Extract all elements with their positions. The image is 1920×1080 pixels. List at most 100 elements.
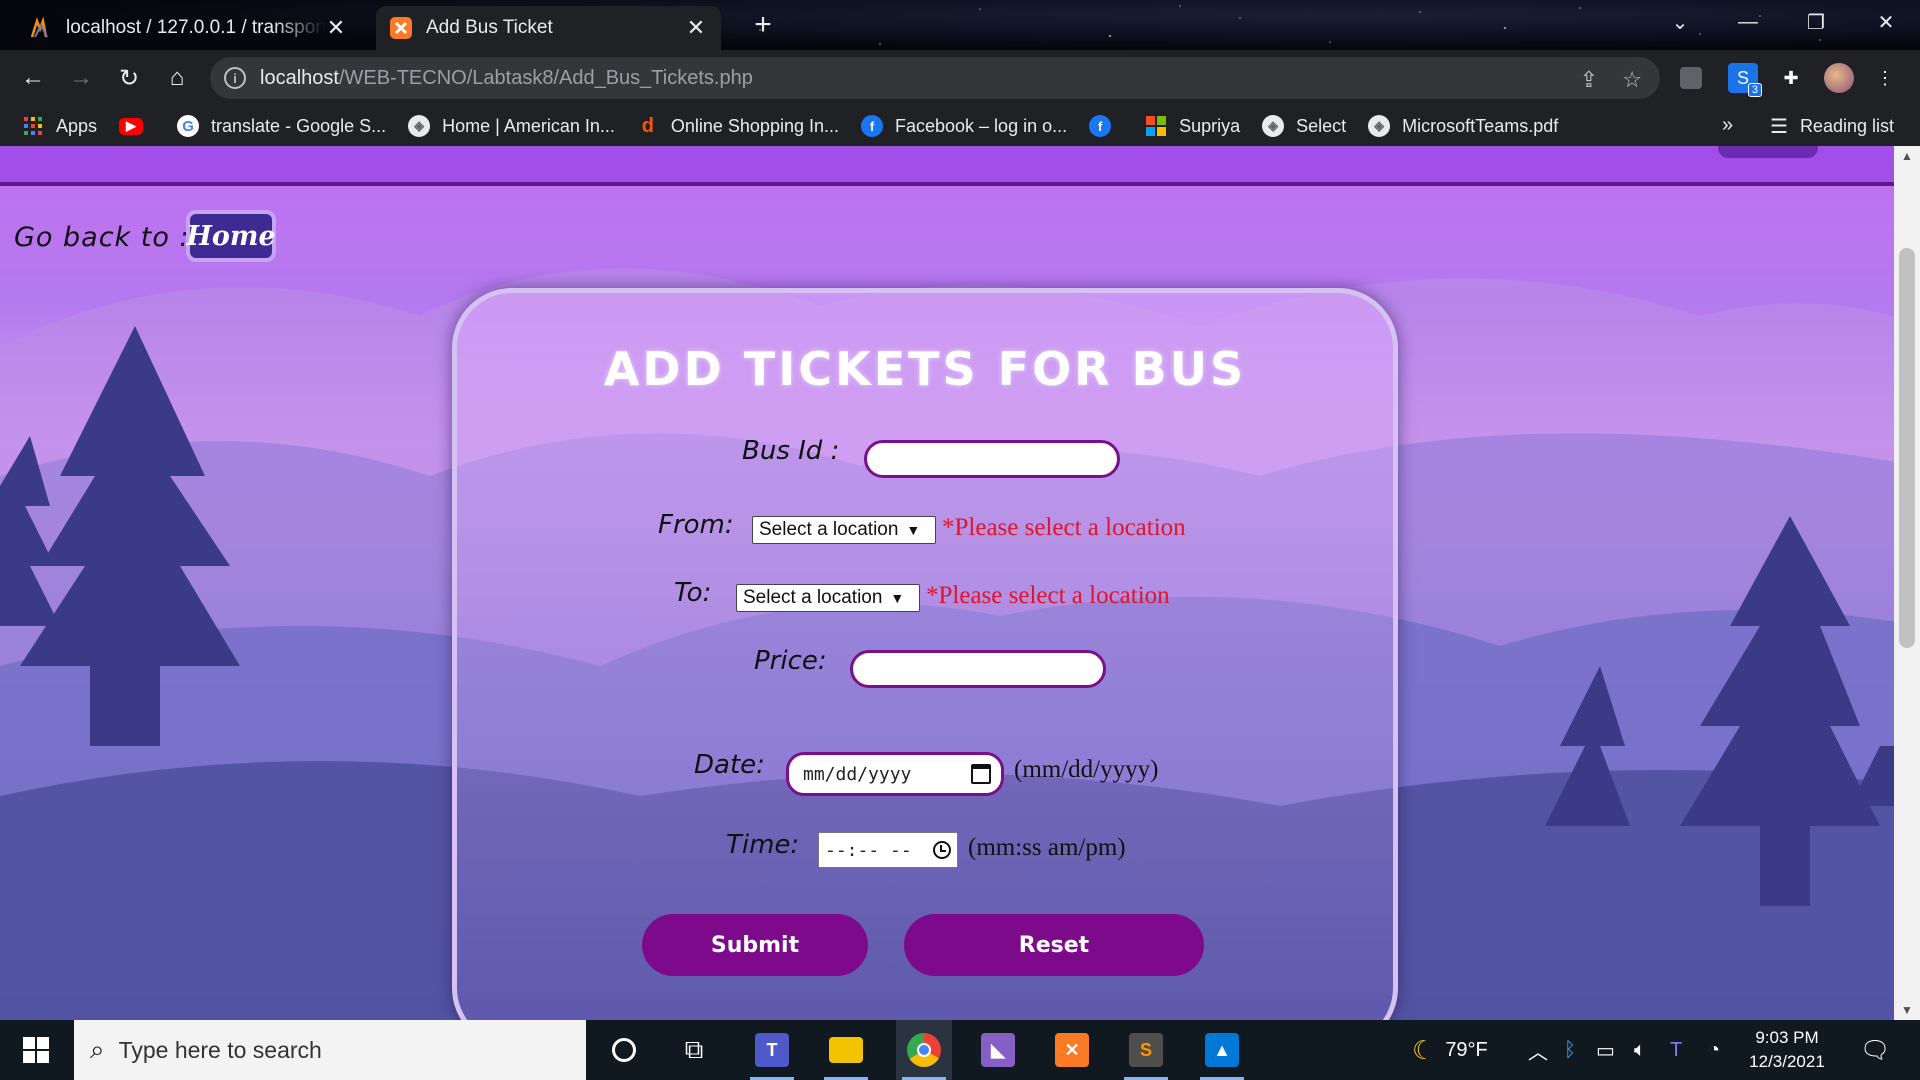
globe-icon: ◈ [1262,115,1285,137]
profile-avatar[interactable] [1824,63,1854,93]
bookmark-youtube[interactable]: ▶ [119,117,155,135]
bookmark-select[interactable]: ◈ Select [1262,115,1346,137]
taskbar-search-box[interactable]: ⌕ Type here to search [74,1020,586,1080]
teams-app-icon[interactable]: T [744,1020,800,1080]
restore-button[interactable]: ❐ [1788,0,1844,44]
close-icon[interactable]: ✕ [325,15,347,40]
page-title: ADD TICKETS FOR BUS [603,342,1247,396]
clock-icon[interactable] [933,841,951,859]
bookmark-teams-pdf[interactable]: ◈ MicrosoftTeams.pdf [1368,115,1558,137]
chrome-menu-icon[interactable]: ⋮ [1870,63,1900,93]
clock-time: 9:03 PM [1755,1028,1819,1047]
weather-widget[interactable]: ☾ 79°F [1412,1020,1488,1080]
sublime-text-icon[interactable]: S [1118,1020,1174,1080]
weather-temperature: 79°F [1445,1038,1488,1061]
tab-title: localhost / 127.0.0.1 / transportm [66,17,325,38]
windows-logo-icon [23,1037,49,1063]
scroll-up-arrow-icon[interactable]: ▲ [1894,146,1920,166]
show-hidden-icons-chevron-icon[interactable]: ︿ [1528,1020,1548,1080]
to-location-select[interactable]: Select a location ▼ [736,584,920,612]
cortana-icon[interactable] [596,1020,652,1080]
close-icon[interactable]: ✕ [685,15,707,40]
time-input[interactable]: --:-- -- [818,832,958,868]
bookmark-translate[interactable]: G translate - Google S... [177,115,386,137]
site-info-icon[interactable]: i [224,67,246,89]
date-label: Date: [694,750,765,780]
daraz-icon: d [641,114,654,137]
from-select-value: Select a location [759,519,899,540]
xampp-icon [390,17,412,39]
time-format-hint: (mm:ss am/pm) [968,834,1126,861]
calendar-icon[interactable] [971,764,991,784]
bluetooth-icon[interactable]: ᛒ [1564,1020,1576,1080]
bookmarks-overflow-button[interactable]: » [1722,114,1733,137]
from-location-select[interactable]: Select a location ▼ [752,516,936,544]
globe-icon: ◈ [408,115,431,137]
reload-button[interactable]: ↻ [112,61,146,95]
youtube-icon: ▶ [119,117,144,135]
globe-icon: ◈ [1368,115,1391,137]
wifi-icon[interactable]: ◔ [1708,1020,1720,1080]
start-button[interactable] [0,1020,72,1080]
task-view-icon[interactable]: ⧉ [666,1020,722,1080]
header-nav-button[interactable] [1718,146,1818,158]
bookmark-label: translate - Google S... [211,115,387,136]
teams-tray-icon[interactable]: T [1670,1020,1682,1080]
new-tab-button[interactable]: + [748,8,778,41]
chrome-app-icon[interactable] [896,1020,952,1080]
to-select-value: Select a location [743,587,883,608]
site-header-bar [0,146,1894,186]
tab-phpmyadmin[interactable]: localhost / 127.0.0.1 / transportm ✕ [16,6,361,50]
bus-id-input[interactable] [864,440,1120,478]
tab-add-bus-ticket[interactable]: Add Bus Ticket ✕ [376,6,721,50]
bookmark-label: Facebook – log in o... [895,115,1068,136]
forward-button[interactable]: → [64,61,98,95]
bus-id-label: Bus Id : [742,436,840,466]
price-input[interactable] [850,650,1106,688]
home-icon[interactable]: ⌂ [160,61,194,95]
tab-search-chevron-icon[interactable]: ⌄ [1652,0,1708,44]
bookmark-american[interactable]: ◈ Home | American In... [408,115,615,137]
bookmark-label: Select [1296,115,1347,136]
share-icon[interactable]: ⇪ [1580,67,1598,93]
bookmark-star-icon[interactable]: ☆ [1622,67,1642,93]
price-label: Price: [754,646,827,676]
extensions-puzzle-icon[interactable]: ✚ [1776,63,1806,93]
bookmark-online-shopping[interactable]: d Online Shopping In... [637,115,839,137]
search-icon: ⌕ [90,1034,105,1064]
phpmyadmin-icon [30,17,52,39]
xampp-taskbar-icon[interactable]: ✕ [1044,1020,1100,1080]
visual-studio-icon[interactable]: ◣ [970,1020,1026,1080]
bookmark-label: Supriya [1179,115,1241,136]
scrollbar-thumb[interactable] [1899,248,1915,648]
volume-icon[interactable]: 🔈︎ [1634,1020,1646,1080]
submit-button[interactable]: Submit [642,914,868,976]
reading-list-icon: ☰ [1770,116,1788,138]
bookmark-facebook[interactable]: f Facebook – log in o... [861,115,1067,137]
back-button[interactable]: ← [16,61,50,95]
battery-icon[interactable]: ▭ [1596,1020,1615,1080]
bookmark-facebook-2[interactable]: f [1089,115,1123,137]
file-explorer-icon[interactable] [818,1020,874,1080]
extension-s-icon[interactable]: S3 [1728,63,1762,97]
tab-title: Add Bus Ticket [426,17,553,38]
bookmark-supriya[interactable]: Supriya [1145,115,1240,137]
reading-list-button[interactable]: ☰ Reading list [1770,114,1894,139]
scroll-down-arrow-icon[interactable]: ▼ [1894,1000,1920,1020]
microsoft-icon [1145,115,1167,137]
minimize-button[interactable]: — [1720,0,1776,44]
extension-square-icon[interactable] [1680,67,1702,89]
address-bar[interactable]: i localhost/WEB-TECNO/Labtask8/Add_Bus_T… [210,57,1660,99]
close-window-button[interactable]: ✕ [1858,0,1914,44]
page-scrollbar[interactable]: ▲ ▼ [1894,146,1920,1020]
home-button[interactable]: Home [186,210,276,262]
bookmark-apps[interactable]: Apps [22,115,97,137]
reset-button[interactable]: Reset [904,914,1204,976]
date-input[interactable]: mm/dd/yyyy [786,752,1004,796]
bookmark-label: Online Shopping In... [670,115,839,136]
facebook-icon: f [1089,115,1112,137]
photos-app-icon[interactable]: ▲ [1194,1020,1250,1080]
browser-toolbar: ← → ↻ ⌂ i localhost/WEB-TECNO/Labtask8/A… [0,50,1920,106]
system-clock[interactable]: 9:03 PM 12/3/2021 [1740,1026,1834,1074]
notification-center-icon[interactable]: 🗨︎ [1860,1020,1890,1080]
